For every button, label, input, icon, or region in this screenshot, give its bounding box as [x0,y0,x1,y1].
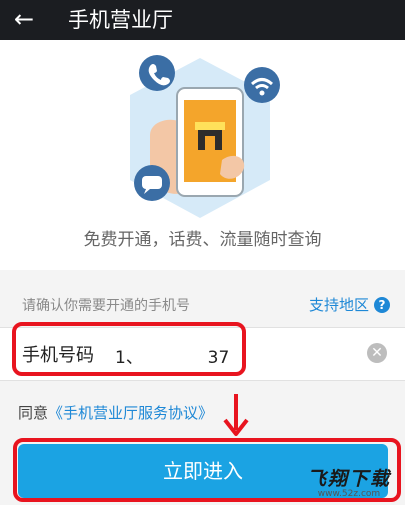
back-arrow-icon[interactable]: ← [14,5,34,33]
annotation-arrow-icon [223,394,249,436]
hero-graphic [130,55,280,218]
clear-icon[interactable]: ✕ [367,343,387,363]
support-region-link[interactable]: 支持地区 [309,294,369,315]
agreement-text: 同意《手机营业厅服务协议》 [18,402,213,423]
help-icon[interactable]: ? [374,297,390,313]
chat-icon [134,165,170,201]
watermark-text: 飞翔下载 [306,468,391,490]
agreement-prefix: 同意 [18,404,49,422]
annotation-highlight-phone [12,322,246,376]
tagline: 免费开通，话费、流量随时查询 [83,230,322,250]
watermark-url: www.52z.com [317,489,381,499]
phone-call-icon [139,55,175,91]
watermark: 飞翔下载 www.52z.com [307,464,391,499]
store-icon [195,122,225,150]
wifi-icon [244,67,280,103]
phone-prompt: 请确认你需要开通的手机号 [22,298,190,314]
agreement-link[interactable]: 《手机营业厅服务协议》 [48,404,213,422]
page-title: 手机营业厅 [68,8,173,32]
top-bar: ← 手机营业厅 [0,0,405,40]
